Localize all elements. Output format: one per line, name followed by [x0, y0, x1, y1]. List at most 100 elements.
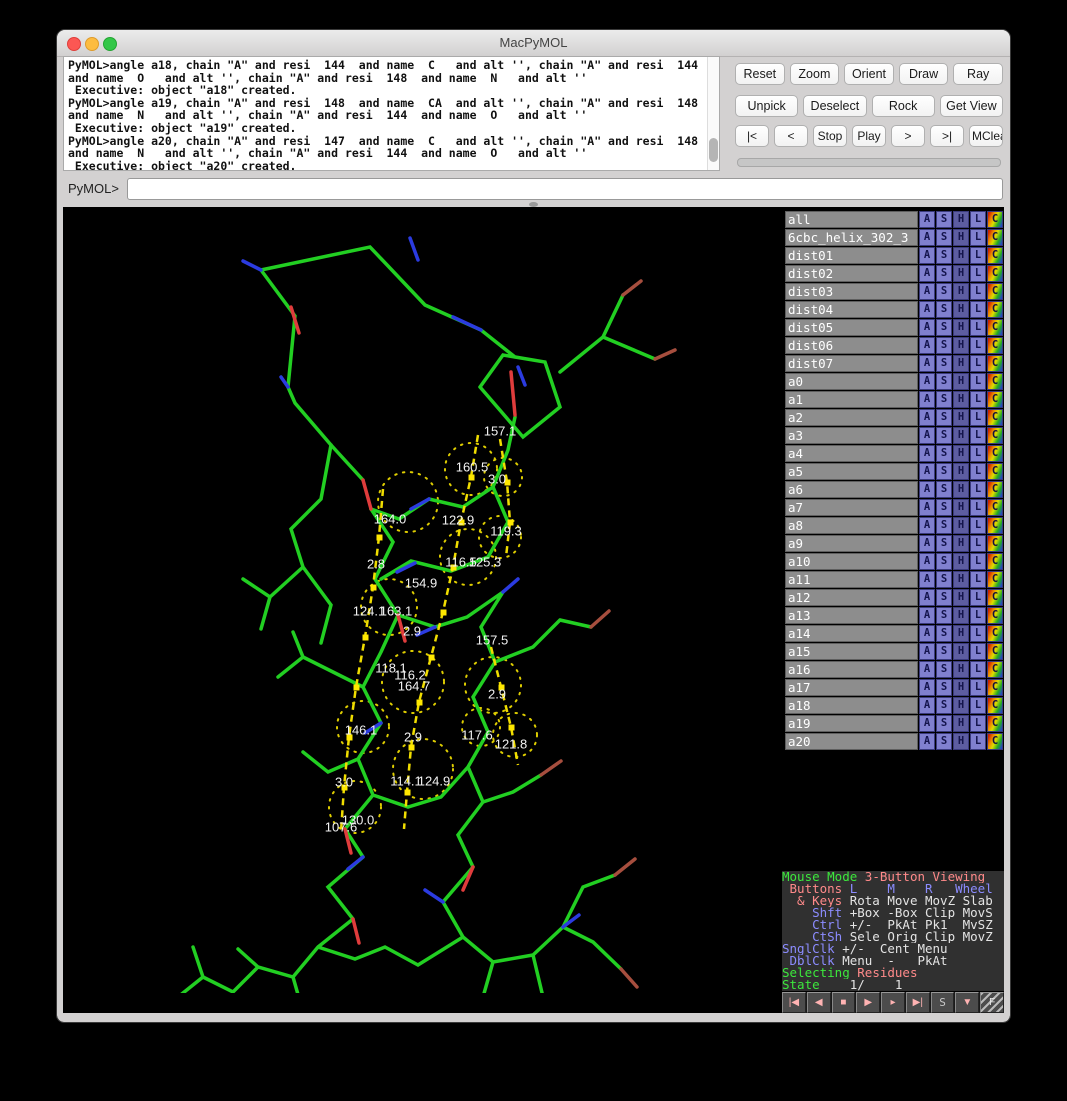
object-a1-a-button[interactable]: A — [919, 391, 935, 408]
object-a19-c-button[interactable]: C — [987, 715, 1003, 732]
object-dist03-s-button[interactable]: S — [936, 283, 952, 300]
object-dist07-l-button[interactable]: L — [970, 355, 986, 372]
object-name-a10[interactable]: a10 — [785, 553, 918, 570]
object-6cbc_helix_302_3-h-button[interactable]: H — [953, 229, 969, 246]
mclear-button[interactable]: MClear — [969, 125, 1003, 147]
object-a15-l-button[interactable]: L — [970, 643, 986, 660]
s-button[interactable]: S — [931, 992, 955, 1013]
object-all-l-button[interactable]: L — [970, 211, 986, 228]
object-dist06-s-button[interactable]: S — [936, 337, 952, 354]
object-a16-l-button[interactable]: L — [970, 661, 986, 678]
object-dist02-h-button[interactable]: H — [953, 265, 969, 282]
object-dist01-c-button[interactable]: C — [987, 247, 1003, 264]
object-dist05-a-button[interactable]: A — [919, 319, 935, 336]
object-name-a8[interactable]: a8 — [785, 517, 918, 534]
object-a20-s-button[interactable]: S — [936, 733, 952, 750]
object-a6-c-button[interactable]: C — [987, 481, 1003, 498]
object-a19-a-button[interactable]: A — [919, 715, 935, 732]
go-start-button[interactable]: |◀ — [782, 992, 806, 1013]
object-a12-s-button[interactable]: S — [936, 589, 952, 606]
object-a13-a-button[interactable]: A — [919, 607, 935, 624]
object-a10-h-button[interactable]: H — [953, 553, 969, 570]
object-a14-s-button[interactable]: S — [936, 625, 952, 642]
object-a14-a-button[interactable]: A — [919, 625, 935, 642]
object-dist01-s-button[interactable]: S — [936, 247, 952, 264]
reset-button[interactable]: Reset — [735, 63, 785, 85]
object-a8-h-button[interactable]: H — [953, 517, 969, 534]
-button[interactable]: |< — [735, 125, 769, 147]
object-all-a-button[interactable]: A — [919, 211, 935, 228]
object-a13-c-button[interactable]: C — [987, 607, 1003, 624]
object-name-a0[interactable]: a0 — [785, 373, 918, 390]
play-button[interactable]: ▶ — [856, 992, 880, 1013]
stop-button[interactable]: Stop — [813, 125, 847, 147]
stop-playback-button[interactable]: ■ — [832, 992, 856, 1013]
object-name-a20[interactable]: a20 — [785, 733, 918, 750]
object-a6-a-button[interactable]: A — [919, 481, 935, 498]
object-a18-h-button[interactable]: H — [953, 697, 969, 714]
object-dist06-a-button[interactable]: A — [919, 337, 935, 354]
object-a16-s-button[interactable]: S — [936, 661, 952, 678]
resize-grip[interactable]: F — [980, 992, 1004, 1013]
object-a1-h-button[interactable]: H — [953, 391, 969, 408]
object-dist04-c-button[interactable]: C — [987, 301, 1003, 318]
object-name-a14[interactable]: a14 — [785, 625, 918, 642]
object-dist04-a-button[interactable]: A — [919, 301, 935, 318]
object-a7-s-button[interactable]: S — [936, 499, 952, 516]
object-a5-s-button[interactable]: S — [936, 463, 952, 480]
object-a6-s-button[interactable]: S — [936, 481, 952, 498]
object-name-a2[interactable]: a2 — [785, 409, 918, 426]
object-all-h-button[interactable]: H — [953, 211, 969, 228]
object-a11-s-button[interactable]: S — [936, 571, 952, 588]
object-name-a17[interactable]: a17 — [785, 679, 918, 696]
menu-down-button[interactable]: ▼ — [955, 992, 979, 1013]
object-name-a4[interactable]: a4 — [785, 445, 918, 462]
object-name-dist07[interactable]: dist07 — [785, 355, 918, 372]
console-log[interactable]: PyMOL>angle a18, chain "A" and resi 144 … — [63, 56, 720, 171]
object-a9-h-button[interactable]: H — [953, 535, 969, 552]
deselect-button[interactable]: Deselect — [803, 95, 866, 117]
object-a12-c-button[interactable]: C — [987, 589, 1003, 606]
object-a8-s-button[interactable]: S — [936, 517, 952, 534]
object-name-dist06[interactable]: dist06 — [785, 337, 918, 354]
object-a9-l-button[interactable]: L — [970, 535, 986, 552]
object-a17-s-button[interactable]: S — [936, 679, 952, 696]
object-a2-c-button[interactable]: C — [987, 409, 1003, 426]
object-a15-s-button[interactable]: S — [936, 643, 952, 660]
object-all-s-button[interactable]: S — [936, 211, 952, 228]
object-dist03-c-button[interactable]: C — [987, 283, 1003, 300]
object-a0-l-button[interactable]: L — [970, 373, 986, 390]
object-6cbc_helix_302_3-l-button[interactable]: L — [970, 229, 986, 246]
object-name-a9[interactable]: a9 — [785, 535, 918, 552]
object-a11-a-button[interactable]: A — [919, 571, 935, 588]
object-a20-l-button[interactable]: L — [970, 733, 986, 750]
movie-slider[interactable] — [737, 158, 1001, 167]
object-a4-h-button[interactable]: H — [953, 445, 969, 462]
molecule-viewport[interactable]: 157.1160.53.0164.0122.9119.32.8116.5125.… — [63, 207, 782, 993]
object-a0-a-button[interactable]: A — [919, 373, 935, 390]
zoom-button[interactable]: Zoom — [790, 63, 840, 85]
command-input[interactable] — [127, 178, 1003, 200]
object-dist03-a-button[interactable]: A — [919, 283, 935, 300]
object-a12-l-button[interactable]: L — [970, 589, 986, 606]
object-a19-s-button[interactable]: S — [936, 715, 952, 732]
object-a17-l-button[interactable]: L — [970, 679, 986, 696]
object-a15-a-button[interactable]: A — [919, 643, 935, 660]
object-a3-h-button[interactable]: H — [953, 427, 969, 444]
object-name-a15[interactable]: a15 — [785, 643, 918, 660]
object-name-all[interactable]: all — [785, 211, 918, 228]
object-a0-s-button[interactable]: S — [936, 373, 952, 390]
object-a0-h-button[interactable]: H — [953, 373, 969, 390]
object-a6-h-button[interactable]: H — [953, 481, 969, 498]
object-dist07-a-button[interactable]: A — [919, 355, 935, 372]
object-name-a13[interactable]: a13 — [785, 607, 918, 624]
object-a16-c-button[interactable]: C — [987, 661, 1003, 678]
object-a10-c-button[interactable]: C — [987, 553, 1003, 570]
object-a13-h-button[interactable]: H — [953, 607, 969, 624]
object-name-a7[interactable]: a7 — [785, 499, 918, 516]
object-a14-c-button[interactable]: C — [987, 625, 1003, 642]
object-a5-c-button[interactable]: C — [987, 463, 1003, 480]
orient-button[interactable]: Orient — [844, 63, 894, 85]
object-dist05-l-button[interactable]: L — [970, 319, 986, 336]
object-a5-a-button[interactable]: A — [919, 463, 935, 480]
